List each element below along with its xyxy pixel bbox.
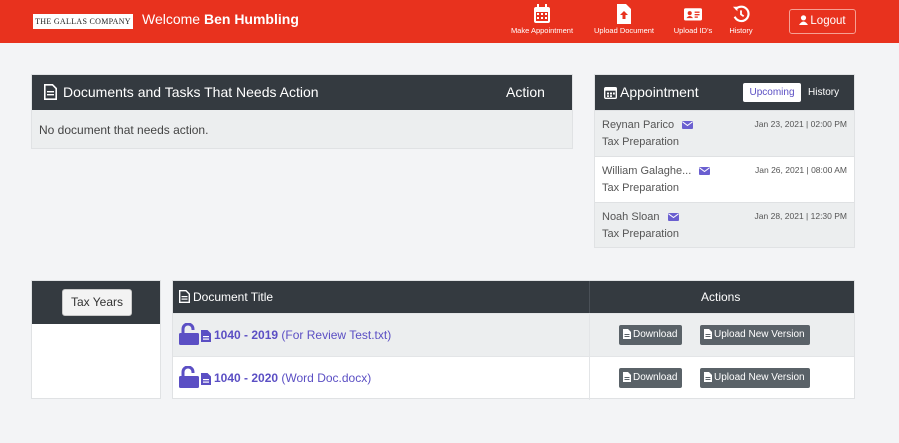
empty-documents-message: No document that needs action.	[39, 123, 209, 137]
download-button[interactable]: Download	[619, 325, 683, 345]
logout-label: Logout	[810, 15, 846, 27]
user-icon	[799, 15, 809, 25]
actions-header: Actions	[701, 290, 741, 304]
download-button[interactable]: Download	[619, 368, 683, 388]
table-row: 1040 - 2019 (For Review Test.txt) Downlo…	[173, 313, 854, 357]
appointment-datetime: Jan 23, 2021 | 02:00 PM	[754, 119, 847, 129]
column-divider	[589, 357, 590, 400]
document-form: 1040 - 2019	[214, 328, 279, 342]
document-file: (For Review Test.txt)	[281, 328, 392, 342]
calendar-icon	[603, 87, 618, 100]
upload-new-version-button[interactable]: Upload New Version	[700, 325, 810, 345]
table-row: 1040 - 2020 (Word Doc.docx) Download Upl…	[173, 356, 854, 400]
appointment-service: Tax Preparation	[602, 228, 680, 240]
calendar-icon	[534, 4, 550, 23]
documents-panel-title: Documents and Tasks That Needs Action	[44, 84, 319, 100]
file-icon	[201, 373, 211, 385]
document-link[interactable]: 1040 - 2019 (For Review Test.txt)	[214, 328, 391, 342]
column-divider	[589, 314, 590, 357]
nav-label: Make Appointment	[510, 26, 574, 35]
company-logo[interactable]: THE GALLAS COMPANY	[33, 14, 133, 29]
documents-tasks-panel: Documents and Tasks That Needs Action Ac…	[31, 74, 573, 149]
file-icon	[201, 330, 211, 342]
download-label: Download	[633, 329, 678, 340]
appointment-datetime: Jan 28, 2021 | 12:30 PM	[754, 211, 847, 221]
appointment-service: Tax Preparation	[602, 182, 680, 194]
document-icon	[179, 290, 190, 303]
user-name: Ben Humbling	[203, 11, 299, 27]
logout-button[interactable]: Logout	[789, 9, 856, 34]
documents-panel-title-text: Documents and Tasks That Needs Action	[63, 84, 319, 100]
appointment-name-text: Noah Sloan	[602, 211, 660, 223]
welcome-text: Welcome Ben Humbling	[142, 11, 299, 27]
nav-label: History	[729, 26, 753, 35]
appointment-item[interactable]: Noah Sloan Tax Preparation Jan 28, 2021 …	[595, 202, 854, 248]
appointment-panel: Appointment Upcoming History Reynan Pari…	[594, 74, 855, 248]
appointment-name: Noah Sloan	[602, 211, 679, 223]
tax-years-button[interactable]: Tax Years	[62, 289, 132, 316]
appointment-panel-title: Appointment	[603, 84, 699, 100]
file-icon	[623, 372, 631, 382]
action-column-header: Action	[506, 84, 545, 100]
document-icon	[44, 84, 57, 100]
appointment-item[interactable]: Reynan Parico Tax Preparation Jan 23, 20…	[595, 110, 854, 156]
appointment-name-text: William Galaghe...	[602, 165, 692, 177]
appointment-panel-header: Appointment Upcoming History	[595, 75, 854, 110]
welcome-prefix: Welcome	[142, 11, 201, 27]
document-form: 1040 - 2020	[214, 371, 279, 385]
file-icon	[704, 329, 712, 339]
appointment-name-text: Reynan Parico	[602, 119, 675, 131]
download-label: Download	[633, 372, 678, 383]
nav-label: Upload Document	[593, 26, 655, 35]
document-file: (Word Doc.docx)	[281, 371, 372, 385]
document-table: Document Title Actions 1040 - 2019 (For …	[172, 280, 855, 400]
appointment-name: Reynan Parico	[602, 119, 694, 131]
appointment-title-text: Appointment	[620, 84, 699, 100]
nav-history[interactable]: History	[726, 4, 756, 40]
appointment-datetime: Jan 26, 2021 | 08:00 AM	[755, 165, 847, 175]
upload-label: Upload New Version	[714, 329, 805, 340]
document-title-header-text: Document Title	[193, 290, 274, 304]
appointment-service: Tax Preparation	[602, 136, 680, 148]
nav-upload-ids[interactable]: Upload ID's	[670, 4, 716, 40]
document-link[interactable]: 1040 - 2020 (Word Doc.docx)	[214, 371, 371, 385]
upload-new-version-button[interactable]: Upload New Version	[700, 368, 810, 388]
tax-years-header: Tax Years	[32, 281, 160, 324]
envelope-icon[interactable]	[699, 167, 711, 175]
tax-years-panel: Tax Years	[31, 280, 161, 399]
nav-make-appointment[interactable]: Make Appointment	[506, 4, 578, 40]
tab-upcoming[interactable]: Upcoming	[743, 83, 801, 102]
history-icon	[732, 5, 750, 23]
nav-upload-document[interactable]: Upload Document	[590, 4, 658, 40]
unlock-icon[interactable]	[179, 366, 199, 388]
document-table-header: Document Title Actions	[173, 281, 854, 313]
envelope-icon[interactable]	[682, 121, 694, 129]
tab-history[interactable]: History	[808, 83, 839, 102]
header-divider	[589, 281, 590, 313]
appointment-item[interactable]: William Galaghe... Tax Preparation Jan 2…	[595, 156, 854, 202]
top-navbar: THE GALLAS COMPANY Welcome Ben Humbling …	[0, 0, 899, 43]
nav-label: Upload ID's	[673, 26, 713, 35]
unlock-icon[interactable]	[179, 323, 199, 345]
documents-panel-header: Documents and Tasks That Needs Action Ac…	[32, 75, 572, 110]
appointment-name: William Galaghe...	[602, 165, 711, 177]
upload-label: Upload New Version	[714, 372, 805, 383]
upload-document-icon	[617, 4, 631, 24]
id-card-icon	[684, 8, 702, 21]
file-icon	[623, 329, 631, 339]
file-icon	[704, 372, 712, 382]
envelope-icon[interactable]	[667, 213, 679, 221]
document-title-header: Document Title	[179, 290, 273, 304]
